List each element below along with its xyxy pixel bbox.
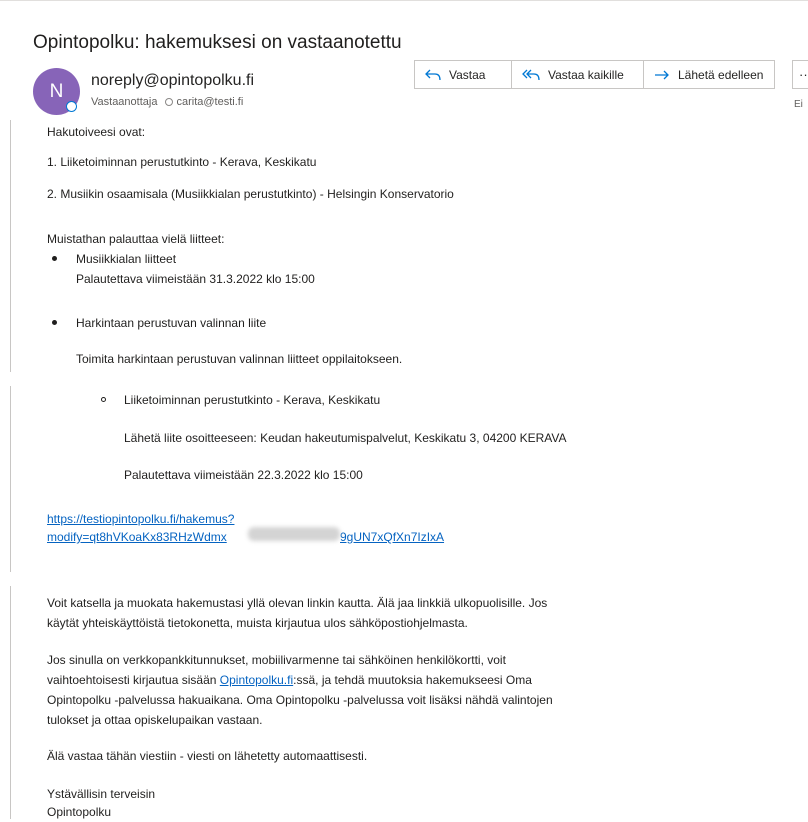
attachment-1-deadline: Palautettava viimeistään 31.3.2022 klo 1… [76,272,315,286]
reply-label: Vastaa [449,67,486,82]
action-toolbar: Vastaa Vastaa kaikille Lähetä edelleen [414,60,775,89]
application-link-line-2-start[interactable]: modify=qt8hVKoaKx83RHzWdmx [47,527,227,547]
paragraph-text: vaihtoehtoisesti kirjautua sisään [47,673,220,687]
truncated-status-text: Ei [794,99,803,110]
opintopolku-link[interactable]: Opintopolku.fi [220,673,293,687]
reply-icon [425,69,441,80]
paragraph-text: :ssä, ja tehdä muutoksia hakemukseesi Om… [293,673,532,687]
reply-button[interactable]: Vastaa [414,60,512,89]
forward-arrow-icon [655,70,669,79]
recipient-address[interactable]: carita@testi.fi [176,96,243,108]
reply-all-button[interactable]: Vastaa kaikille [511,60,644,89]
sender-address[interactable]: noreply@opintopolku.fi [91,72,254,90]
quote-bar [10,120,11,372]
forward-button[interactable]: Lähetä edelleen [643,60,775,89]
paragraph-line: Opintopolku -palvelussa hakuaikana. Oma … [47,693,553,707]
sub-item-deadline: Palautettava viimeistään 22.3.2022 klo 1… [124,468,363,482]
no-reply-notice: Älä vastaa tähän viestiin - viesti on lä… [47,749,368,763]
reply-all-icon [522,69,540,80]
paragraph-line: vaihtoehtoisesti kirjautua sisään Opinto… [47,670,657,690]
attachment-2-instruction: Toimita harkintaan perustuvan valinnan l… [76,352,403,366]
intro-text: Hakutoiveesi ovat: [47,125,146,139]
recipient-line: Vastaanottaja carita@testi.fi [91,96,243,108]
bullet-icon [52,320,57,325]
attachment-1-title: Musiikkialan liitteet [76,252,177,266]
paragraph-line: käytät yhteiskäyttöistä tietokonetta, mu… [47,616,468,630]
quote-bar [10,586,11,819]
application-link-line-2-end[interactable]: 9gUN7xQfXn7IzIxA [340,527,444,547]
paragraph-line: Jos sinulla on verkkopankkitunnukset, mo… [47,653,506,667]
bullet-icon [52,256,57,261]
choice-2: 2. Musiikin osaamisala (Musiikkialan per… [47,187,454,201]
signature-text: Opintopolku [47,805,112,819]
quote-bar [10,386,11,572]
attachments-intro: Muistathan palauttaa vielä liitteet: [47,232,225,246]
paragraph-line: tulokset ja ottaa opiskelupaikan vastaan… [47,713,263,727]
paragraph-line: Voit katsella ja muokata hakemustasi yll… [47,596,548,610]
sub-item-address: Lähetä liite osoitteeseen: Keudan hakeut… [124,431,567,445]
view-edit-paragraph: Voit katsella ja muokata hakemustasi yll… [47,593,657,633]
recipient-label: Vastaanottaja [91,96,158,108]
top-divider [0,0,808,1]
closing-text: Ystävällisin terveisin [47,787,156,801]
redaction-blur [248,527,340,541]
login-paragraph: Jos sinulla on verkkopankkitunnukset, mo… [47,650,657,730]
reply-all-label: Vastaa kaikille [548,67,624,82]
more-actions-button[interactable]: ··· [792,60,808,89]
choice-1: 1. Liiketoiminnan perustutkinto - Kerava… [47,155,317,169]
recipient-presence-icon [165,98,174,106]
attachment-2-title: Harkintaan perustuvan valinnan liite [76,316,267,330]
forward-label: Lähetä edelleen [678,67,764,82]
avatar-initial: N [49,80,64,102]
more-icon: ··· [799,67,808,82]
sub-item-title: Liiketoiminnan perustutkinto - Kerava, K… [124,393,381,407]
presence-icon [66,101,77,112]
email-subject: Opintopolku: hakemuksesi on vastaanotett… [33,32,402,53]
application-link-line-1[interactable]: https://testiopintopolku.fi/hakemus? [47,509,234,529]
sub-bullet-icon [101,397,106,402]
